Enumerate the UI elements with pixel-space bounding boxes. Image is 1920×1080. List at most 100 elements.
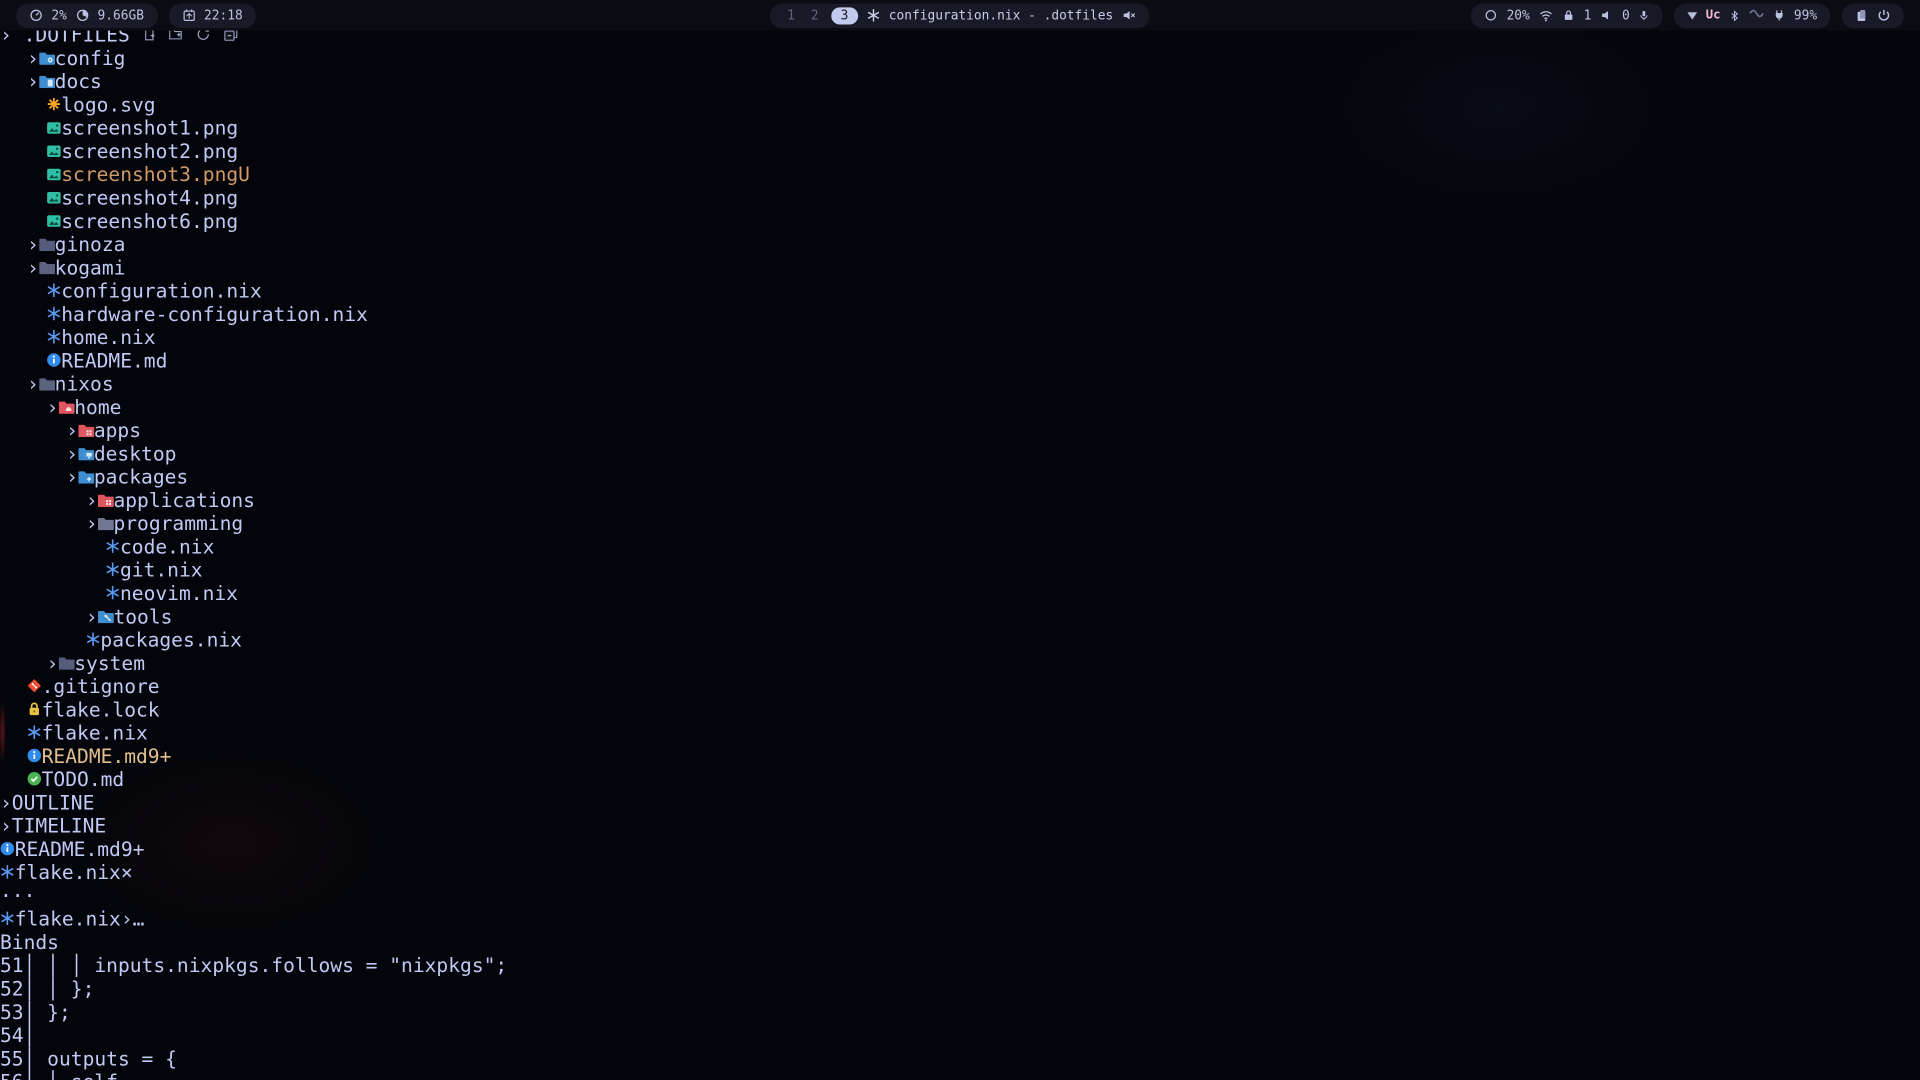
tree-item-label: tools	[113, 605, 172, 628]
chevron-down-icon: ›	[27, 256, 39, 279]
tree-item-home[interactable]: ›home	[0, 396, 1920, 419]
pkgs-icon	[78, 465, 94, 488]
tree-item-screenshot1.png[interactable]: screenshot1.png	[0, 116, 1920, 139]
code-line-56[interactable]: 56│ │ self,	[0, 1070, 1920, 1080]
code-line-51[interactable]: 51│ │ │ inputs.nixpkgs.follows = "nixpkg…	[0, 954, 1920, 977]
tree-item-flake.nix[interactable]: flake.nix	[0, 721, 1920, 744]
tree-item-screenshot6.png[interactable]: screenshot6.png	[0, 209, 1920, 232]
tray-module[interactable]: Uc 99%	[1674, 3, 1831, 27]
close-icon[interactable]: ×	[121, 861, 133, 884]
breadcrumb-item[interactable]: …	[133, 907, 145, 930]
tree-item-label: git.nix	[120, 558, 203, 581]
img-icon	[47, 186, 62, 209]
breadcrumb-left[interactable]: flake.nix›…	[0, 907, 1920, 930]
binds-popup: Binds	[0, 931, 1920, 954]
fold-icon	[39, 233, 55, 256]
timeline-section[interactable]: ›TIMELINE	[0, 814, 1920, 837]
tree-item-label: docs	[55, 70, 102, 93]
code-line-55[interactable]: 55│ outputs = {	[0, 1047, 1920, 1070]
nix-icon	[0, 911, 15, 926]
tree-item-git.nix[interactable]: git.nix	[0, 558, 1920, 581]
tree-item-hardware-configuration.nix[interactable]: hardware-configuration.nix	[0, 302, 1920, 325]
line-number: 56	[0, 1070, 24, 1080]
timeline-label: TIMELINE	[12, 814, 106, 837]
tree-item-ginoza[interactable]: ›ginoza	[0, 233, 1920, 256]
speaker-muted-icon[interactable]	[1122, 9, 1137, 22]
breadcrumb-item[interactable]: flake.nix	[15, 907, 121, 930]
img-icon	[47, 116, 62, 139]
brightness-icon	[1485, 9, 1498, 22]
tree-item-neovim.nix[interactable]: neovim.nix	[0, 582, 1920, 605]
tree-item-label: flake.nix	[42, 721, 148, 744]
tree-item-config[interactable]: ›config	[0, 47, 1920, 70]
tree-item-flake.lock[interactable]: flake.lock	[0, 698, 1920, 721]
tab-readme.md[interactable]: README.md9+	[0, 838, 1920, 861]
tree-item-system[interactable]: ›system	[0, 651, 1920, 674]
outline-section[interactable]: ›OUTLINE	[0, 791, 1920, 814]
tree-item-label: README.md	[42, 744, 148, 767]
info-icon	[47, 349, 62, 372]
home-icon	[58, 396, 74, 419]
code-line-53[interactable]: 53│ };	[0, 1000, 1920, 1023]
info-icon	[27, 744, 42, 767]
tree-item-todo.md[interactable]: TODO.md	[0, 768, 1920, 791]
clipboard-icon[interactable]	[1855, 8, 1868, 23]
tree-item-label: screenshot1.png	[61, 116, 238, 139]
tree-item-apps[interactable]: ›apps	[0, 419, 1920, 442]
tree-item-screenshot2.png[interactable]: screenshot2.png	[0, 140, 1920, 163]
tree-item-code.nix[interactable]: code.nix	[0, 535, 1920, 558]
tree-item-label: screenshot4.png	[61, 186, 238, 209]
cfg-icon	[39, 47, 55, 70]
tools-icon	[98, 605, 114, 628]
memory-icon	[75, 9, 88, 22]
tree-item-applications[interactable]: ›applications	[0, 489, 1920, 512]
tree-item-tools[interactable]: ›tools	[0, 605, 1920, 628]
tree-item-configuration.nix[interactable]: configuration.nix	[0, 279, 1920, 302]
outline-label: OUTLINE	[12, 791, 95, 814]
tree-item-kogami[interactable]: ›kogami	[0, 256, 1920, 279]
code-line-54[interactable]: 54│	[0, 1024, 1920, 1047]
bluetooth-icon[interactable]	[1729, 8, 1740, 23]
workspace-1[interactable]: 1	[783, 8, 798, 23]
session-module[interactable]	[1842, 3, 1904, 27]
tree-item-.gitignore[interactable]: .gitignore	[0, 675, 1920, 698]
tree-item-packages[interactable]: ›packages	[0, 465, 1920, 488]
tree-item-label: neovim.nix	[120, 582, 238, 605]
desktop: 2% 9.66GB 22:18 1 2 3 configuration.nix …	[0, 0, 1920, 1080]
tree-item-docs[interactable]: ›docs	[0, 70, 1920, 93]
fopen-icon	[39, 256, 55, 279]
chevron-right-icon: ›	[27, 47, 39, 70]
tree-item-screenshot4.png[interactable]: screenshot4.png	[0, 186, 1920, 209]
tab-flake.nix[interactable]: flake.nix×	[0, 861, 1920, 884]
tree-item-readme.md[interactable]: README.md9+	[0, 744, 1920, 767]
code-line-52[interactable]: 52│ │ };	[0, 977, 1920, 1000]
tray-app-icon[interactable]: Uc	[1706, 9, 1721, 22]
battery-level: 99%	[1794, 8, 1817, 23]
tree-item-packages.nix[interactable]: packages.nix	[0, 628, 1920, 651]
desk-icon	[78, 442, 94, 465]
tree-item-nixos[interactable]: ›nixos	[0, 372, 1920, 395]
hardware-module[interactable]: 20% 1 0	[1471, 3, 1663, 27]
nix-icon	[105, 582, 120, 605]
tree-item-screenshot3.png[interactable]: screenshot3.pngU	[0, 163, 1920, 186]
tree-item-label: logo.svg	[61, 93, 155, 116]
tab-problems-badge: 9+	[121, 838, 145, 861]
calendar-icon	[182, 9, 195, 22]
code-editor-flake-nix[interactable]: Binds 51│ │ │ inputs.nixpkgs.follows = "…	[0, 931, 1920, 1080]
tree-item-readme.md[interactable]: README.md	[0, 349, 1920, 372]
tray-expand-icon[interactable]	[1687, 12, 1697, 19]
nix-icon	[86, 628, 101, 651]
tree-item-home.nix[interactable]: home.nix	[0, 326, 1920, 349]
workspace-2[interactable]: 2	[807, 8, 822, 23]
vscode-window: EXPLORER ··· › .DOTFILES ›config›docslog…	[0, 0, 1920, 1080]
tree-item-label: system	[74, 651, 145, 674]
device-notification-icon[interactable]	[1749, 7, 1765, 23]
workspace-3-active[interactable]: 3	[831, 7, 858, 24]
tree-item-logo.svg[interactable]: logo.svg	[0, 93, 1920, 116]
power-icon[interactable]	[1877, 9, 1890, 22]
tree-item-programming[interactable]: ›programming	[0, 512, 1920, 535]
clock-module[interactable]: 22:18	[168, 3, 256, 27]
system-stats-module[interactable]: 2% 9.66GB	[16, 3, 158, 27]
tree-item-desktop[interactable]: ›desktop	[0, 442, 1920, 465]
more-actions-icon[interactable]: ···	[0, 884, 35, 907]
